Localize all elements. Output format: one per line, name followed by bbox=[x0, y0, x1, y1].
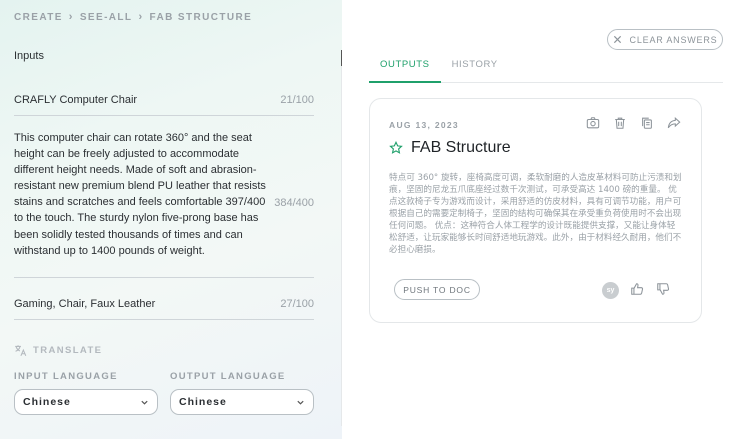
keywords-value: Gaming, Chair, Faux Leather bbox=[14, 298, 156, 310]
breadcrumb-create[interactable]: CREATE bbox=[14, 12, 63, 23]
input-language-label: INPUT LANGUAGE bbox=[14, 371, 118, 382]
clear-answers-button[interactable]: CLEAR ANSWERS bbox=[607, 29, 723, 50]
output-language-select[interactable]: Chinese bbox=[170, 389, 314, 415]
trash-icon[interactable] bbox=[613, 116, 627, 130]
output-body: 特点可 360° 旋转，座椅高度可调，柔软耐磨的人造皮革材料可防止污渍和划痕，坚… bbox=[389, 173, 682, 255]
product-name-count: 21/100 bbox=[280, 94, 314, 106]
product-name-value: CRAFLY Computer Chair bbox=[14, 94, 138, 106]
output-tabs: OUTPUTS HISTORY bbox=[369, 57, 723, 83]
output-card: AUG 13, 2023 FAB Structure 特点可 360° 旋转，座… bbox=[369, 98, 702, 323]
chevron-right-icon: › bbox=[68, 11, 74, 23]
chevron-down-icon bbox=[297, 400, 304, 405]
breadcrumb-see-all[interactable]: SEE-ALL bbox=[80, 12, 133, 23]
thumbs-up-icon[interactable] bbox=[630, 282, 644, 296]
tab-outputs[interactable]: OUTPUTS bbox=[369, 57, 441, 83]
translate-label: TRANSLATE bbox=[33, 345, 103, 356]
text-cursor bbox=[341, 50, 342, 66]
breadcrumb: CREATE › SEE-ALL › FAB STRUCTURE bbox=[14, 10, 252, 24]
panel-divider bbox=[341, 66, 342, 426]
description-count: 384/400 bbox=[274, 197, 314, 209]
input-language-value: Chinese bbox=[23, 396, 71, 408]
chevron-down-icon bbox=[141, 400, 148, 405]
tab-history[interactable]: HISTORY bbox=[441, 57, 509, 83]
thumbs-down-icon[interactable] bbox=[656, 282, 670, 296]
output-date: AUG 13, 2023 bbox=[389, 120, 459, 130]
description-value: This computer chair can rotate 360° and … bbox=[14, 132, 266, 257]
translate-icon bbox=[15, 345, 27, 356]
chevron-right-icon: › bbox=[138, 11, 144, 23]
push-to-doc-button[interactable]: PUSH TO DOC bbox=[394, 279, 480, 300]
output-title-row: FAB Structure bbox=[389, 139, 511, 157]
product-name-field[interactable]: CRAFLY Computer Chair 21/100 bbox=[14, 94, 314, 116]
camera-icon[interactable] bbox=[586, 116, 600, 130]
clear-answers-label: CLEAR ANSWERS bbox=[629, 34, 718, 45]
star-icon[interactable] bbox=[389, 141, 403, 155]
avatar: sy bbox=[602, 282, 619, 299]
keywords-count: 27/100 bbox=[280, 298, 314, 310]
card-actions bbox=[586, 116, 681, 130]
copy-icon[interactable] bbox=[640, 116, 654, 130]
inputs-heading: Inputs bbox=[14, 50, 44, 62]
description-field[interactable]: This computer chair can rotate 360° and … bbox=[14, 130, 314, 278]
share-icon[interactable] bbox=[667, 116, 681, 130]
output-language-label: OUTPUT LANGUAGE bbox=[170, 371, 286, 382]
translate-section: TRANSLATE bbox=[14, 344, 102, 357]
breadcrumb-current: FAB STRUCTURE bbox=[149, 11, 253, 23]
output-title: FAB Structure bbox=[411, 139, 511, 156]
output-language-value: Chinese bbox=[179, 396, 227, 408]
close-icon bbox=[613, 35, 621, 44]
keywords-field[interactable]: Gaming, Chair, Faux Leather 27/100 bbox=[14, 298, 314, 320]
input-language-select[interactable]: Chinese bbox=[14, 389, 158, 415]
